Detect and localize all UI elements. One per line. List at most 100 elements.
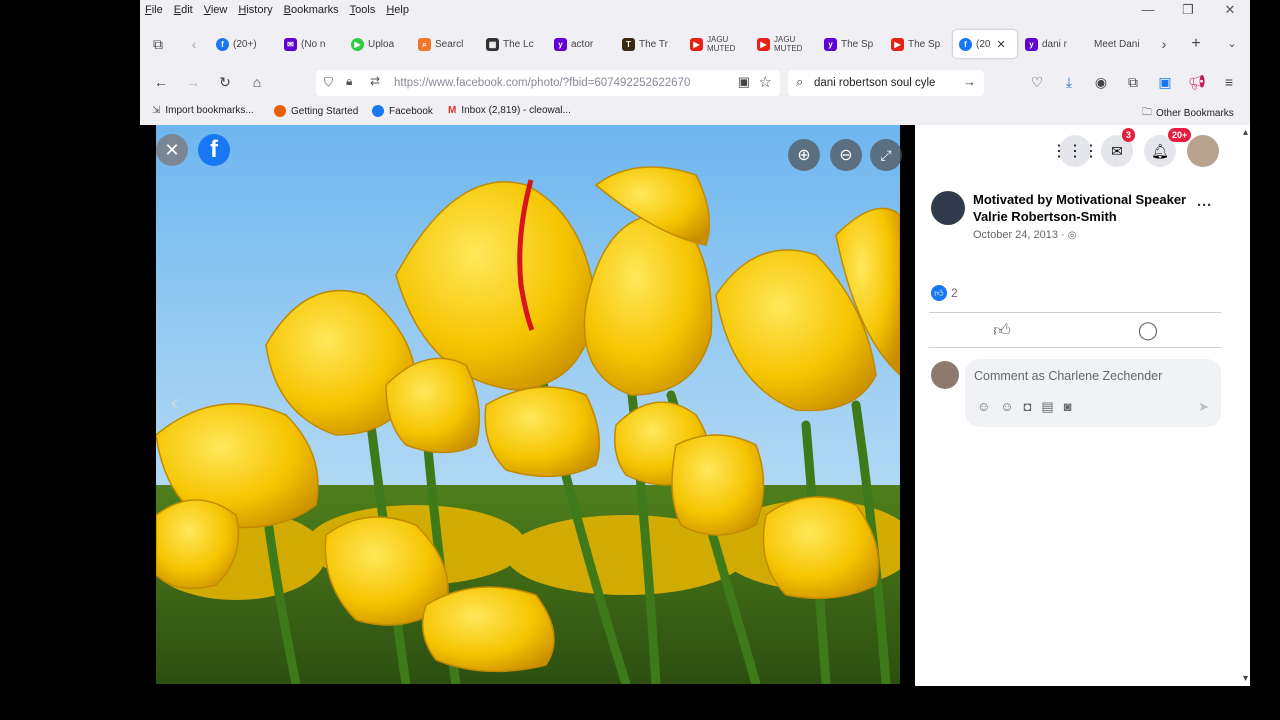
- menu-icon[interactable]: ≡: [1220, 73, 1238, 91]
- more-options-icon[interactable]: ···: [1197, 197, 1212, 214]
- minimize-icon[interactable]: —: [1138, 2, 1158, 17]
- tab-overview-icon[interactable]: ⧉: [149, 35, 167, 53]
- menu-help[interactable]: Help: [386, 4, 409, 16]
- menu-history[interactable]: History: [238, 4, 272, 16]
- other-bookmarks[interactable]: 🗀︎ Other Bookmarks: [1142, 105, 1234, 122]
- photo-sidebar: ⋮⋮⋮ ✉ 3 🔔︎ 20+ Motivated by Motivational…: [915, 125, 1250, 686]
- tab-active-facebook[interactable]: f (20 ✕: [953, 30, 1017, 58]
- tab-4[interactable]: ⌕ Searcl: [418, 30, 468, 58]
- tab-11[interactable]: ▶ The Sp: [891, 30, 941, 58]
- url-bar[interactable]: ⛉ 🔒︎ ⇄ https://www.facebook.com/photo/?f…: [316, 70, 780, 96]
- photo-viewer: ‹ ✕ f ⊕ ⊖ ⤢: [140, 125, 915, 686]
- yahoo-icon: y: [554, 37, 567, 51]
- menu-bar: File Edit View History Bookmarks Tools H…: [140, 0, 1250, 20]
- account-icon[interactable]: ◉: [1092, 73, 1110, 91]
- tab-5[interactable]: ▦ The Lc: [486, 30, 536, 58]
- youtube-icon: ▶: [757, 37, 770, 51]
- lock-icon[interactable]: 🔒︎: [346, 74, 352, 89]
- downloads-icon[interactable]: ⤓: [1060, 73, 1078, 91]
- tab-7[interactable]: T The Tr: [622, 30, 672, 58]
- menu-grid-icon[interactable]: ⋮⋮⋮: [1051, 135, 1099, 167]
- bookmark-getting-started[interactable]: Getting Started: [274, 105, 358, 117]
- close-tab-icon[interactable]: ✕: [996, 38, 1005, 51]
- post-author[interactable]: Motivated by Motivational Speaker Valrie…: [973, 191, 1193, 225]
- reload-icon[interactable]: ↻: [216, 73, 234, 91]
- post-date[interactable]: October 24, 2013: [973, 229, 1058, 241]
- gmail-icon: M: [448, 105, 457, 116]
- shield-icon[interactable]: ⛉: [324, 75, 333, 90]
- commenter-avatar[interactable]: [931, 361, 959, 389]
- zoom-in-icon[interactable]: ⊕: [788, 139, 820, 171]
- menu-view[interactable]: View: [204, 4, 228, 16]
- maximize-icon[interactable]: ❐: [1178, 2, 1198, 18]
- pocket-icon[interactable]: ♡: [1028, 73, 1046, 91]
- bookmark-import[interactable]: ⇲ Import bookmarks...: [152, 105, 254, 116]
- tab-scroll-left-icon[interactable]: ‹: [185, 35, 203, 53]
- tab-bar: ⧉ ‹ f (20+) ✉ (No n ▶ Uploa ⌕ Searcl ▦ T…: [140, 26, 1250, 62]
- emoji-icon[interactable]: ☺: [1000, 399, 1013, 415]
- scroll-up-icon[interactable]: ▴: [1243, 127, 1248, 138]
- comment-input[interactable]: Comment as Charlene Zechender: [974, 369, 1162, 383]
- search-query[interactable]: dani robertson soul cyle: [814, 77, 935, 89]
- url-text[interactable]: https://www.facebook.com/photo/?fbid=607…: [394, 77, 726, 89]
- gif-icon[interactable]: ▤: [1041, 399, 1053, 415]
- menu-bookmarks[interactable]: Bookmarks: [284, 4, 339, 16]
- tab-13[interactable]: y dani r: [1025, 30, 1079, 58]
- tab-1[interactable]: f (20+): [216, 30, 268, 58]
- profile-avatar[interactable]: [1187, 135, 1219, 167]
- tab-title: actor: [571, 38, 594, 50]
- zoom-out-icon[interactable]: ⊖: [830, 139, 862, 171]
- tab-3[interactable]: ▶ Uploa: [351, 30, 401, 58]
- avatar-sticker-icon[interactable]: ☺: [977, 399, 990, 415]
- search-bar[interactable]: ⌕ dani robertson soul cyle →: [788, 70, 984, 96]
- tab-10[interactable]: y The Sp: [824, 30, 874, 58]
- tulips-photo: ‹: [156, 125, 900, 684]
- search-go-icon[interactable]: →: [963, 74, 976, 89]
- comment-button[interactable]: ◯: [1075, 315, 1221, 345]
- facebook-logo[interactable]: f: [198, 134, 230, 166]
- menu-edit[interactable]: Edit: [174, 4, 193, 16]
- post-meta: October 24, 2013 · ◎: [973, 229, 1076, 241]
- close-viewer-icon[interactable]: ✕: [156, 134, 188, 166]
- bookmark-gmail[interactable]: M Inbox (2,819) - cleowal...: [448, 105, 571, 116]
- fullscreen-icon[interactable]: ⤢: [870, 139, 902, 171]
- bookmark-star-icon[interactable]: ☆: [759, 73, 772, 91]
- comment-bubble-icon: ◯: [1137, 319, 1159, 340]
- tab-2[interactable]: ✉ (No n: [284, 30, 334, 58]
- tab-8[interactable]: ▶ JAGU MUTED: [690, 30, 740, 58]
- reactions-summary[interactable]: 👍︎ 2: [931, 285, 958, 301]
- menu-tools[interactable]: Tools: [350, 4, 376, 16]
- tab-9[interactable]: ▶ JAGU MUTED: [757, 30, 807, 58]
- tab-title: The Lc: [503, 38, 534, 50]
- extension-badge-icon[interactable]: ▣: [1156, 73, 1174, 91]
- mail-icon: ✉: [284, 37, 297, 51]
- site-icon: T: [622, 37, 635, 51]
- camera-icon[interactable]: ◘: [1024, 399, 1032, 415]
- permissions-icon[interactable]: ⇄: [370, 74, 380, 88]
- close-window-icon[interactable]: ✕: [1220, 2, 1240, 18]
- like-button[interactable]: 👍︎: [929, 315, 1075, 345]
- extensions-icon[interactable]: ⧉: [1124, 73, 1142, 91]
- send-icon[interactable]: ➤: [1198, 399, 1209, 415]
- tab-14[interactable]: Meet Dani: [1094, 30, 1144, 58]
- folder-icon: 🗀︎: [1142, 107, 1152, 118]
- back-icon[interactable]: ←: [152, 73, 170, 91]
- bookmark-facebook[interactable]: Facebook: [372, 105, 433, 117]
- list-tabs-icon[interactable]: ⌄: [1223, 35, 1241, 53]
- announcement-icon[interactable]: 📢︎: [1188, 73, 1206, 91]
- tab-scroll-right-icon[interactable]: ›: [1155, 35, 1173, 53]
- messenger-badge: 3: [1122, 128, 1136, 142]
- scroll-down-icon[interactable]: ▾: [1243, 673, 1248, 684]
- tab-title: (20: [976, 38, 991, 50]
- reader-view-icon[interactable]: ▣: [738, 74, 750, 90]
- menu-file[interactable]: File: [145, 4, 163, 16]
- comment-box[interactable]: Comment as Charlene Zechender ☺ ☺ ◘ ▤ ◙ …: [965, 359, 1221, 427]
- tab-6[interactable]: y actor: [554, 30, 602, 58]
- new-tab-icon[interactable]: +: [1187, 35, 1205, 53]
- sticker-icon[interactable]: ◙: [1064, 399, 1072, 415]
- forward-icon[interactable]: →: [184, 73, 202, 91]
- page-avatar[interactable]: [931, 191, 965, 225]
- facebook-icon: [372, 105, 384, 117]
- home-icon[interactable]: ⌂: [248, 73, 266, 91]
- bookmark-label: Import bookmarks...: [165, 105, 254, 116]
